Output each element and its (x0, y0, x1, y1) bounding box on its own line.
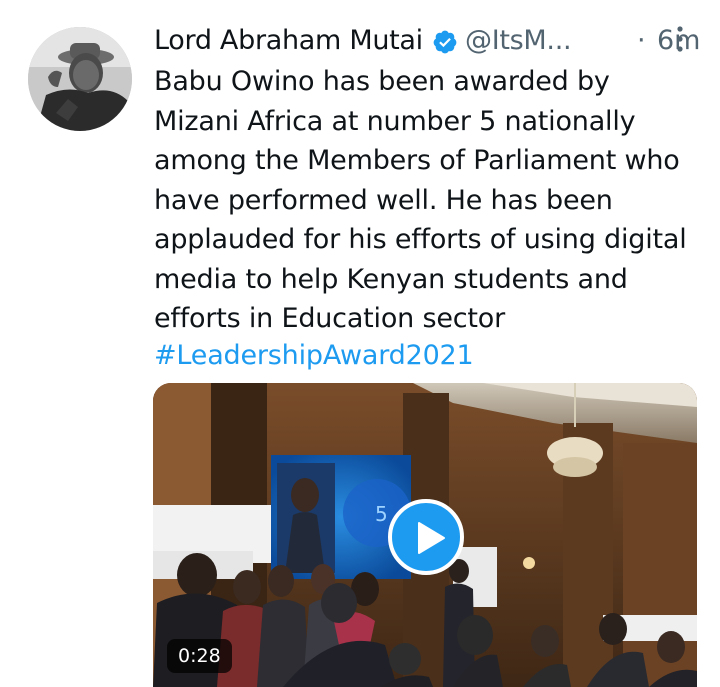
play-icon (418, 522, 445, 554)
mention-link[interactable]: Babu Owino (154, 66, 315, 97)
hashtag-link[interactable]: #LeadershipAward2021 (154, 336, 474, 375)
avatar[interactable] (28, 27, 132, 131)
more-options-icon[interactable] (672, 24, 688, 54)
video-duration: 0:28 (167, 639, 232, 673)
tweet-header: Lord Abraham Mutai @ItsM... · 6m (154, 22, 700, 62)
play-button[interactable] (388, 499, 464, 575)
avatar-image (28, 27, 132, 131)
video-media[interactable]: 5 0:28 (153, 383, 697, 687)
tweet[interactable]: Lord Abraham Mutai @ItsM... · 6m Babu Ow… (0, 0, 720, 687)
tweet-text-body: has been awarded by Mizani Africa at num… (154, 66, 687, 334)
verified-badge-icon (433, 30, 457, 54)
display-name[interactable]: Lord Abraham Mutai (154, 22, 423, 60)
tweet-text: Babu Owino has been awarded by Mizani Af… (154, 62, 702, 339)
svg-text:5: 5 (375, 502, 388, 526)
separator-dot: · (637, 25, 646, 56)
author-handle[interactable]: @ItsM... (465, 22, 572, 60)
